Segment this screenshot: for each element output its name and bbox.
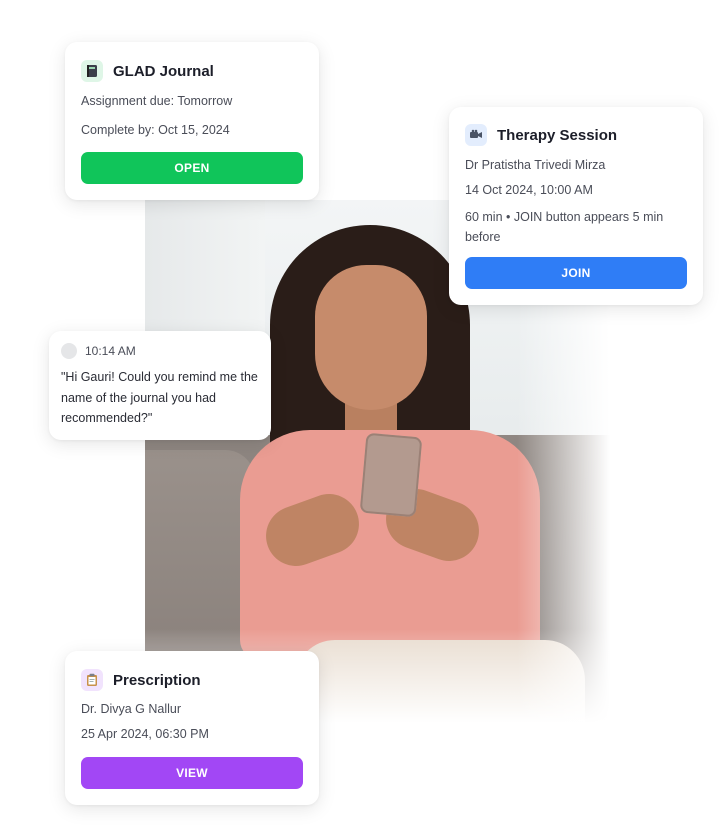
chat-message-meta: 10:14 AM xyxy=(61,343,136,359)
chat-message-text: "Hi Gauri! Could you remind me the name … xyxy=(61,370,258,425)
journal-card-title: GLAD Journal xyxy=(113,62,214,80)
clipboard-icon xyxy=(81,669,103,691)
view-prescription-button[interactable]: VIEW xyxy=(81,757,303,789)
therapy-session-card: Therapy Session Dr Pratistha Trivedi Mir… xyxy=(449,107,703,305)
chat-message-card: 10:14 AM "Hi Gauri! Could you remind me … xyxy=(49,331,271,440)
journal-complete-by-text: Complete by: Oct 15, 2024 xyxy=(81,123,230,137)
therapy-card-header: Therapy Session xyxy=(465,124,617,146)
join-session-button[interactable]: JOIN xyxy=(465,257,687,289)
chat-message-time: 10:14 AM xyxy=(85,344,136,358)
prescription-card-header: Prescription xyxy=(81,669,201,691)
prescription-datetime: 25 Apr 2024, 06:30 PM xyxy=(81,727,209,741)
therapy-card-title: Therapy Session xyxy=(497,126,618,144)
therapy-datetime: 14 Oct 2024, 10:00 AM xyxy=(465,183,593,197)
prescription-card: Prescription Dr. Divya G Nallur 25 Apr 2… xyxy=(65,651,319,805)
journal-assignment-text: Assignment due: Tomorrow xyxy=(81,94,233,108)
open-journal-button[interactable]: OPEN xyxy=(81,152,303,184)
video-camera-icon xyxy=(465,124,487,146)
therapy-note: 60 min • JOIN button appears 5 min befor… xyxy=(465,210,664,244)
prescription-card-title: Prescription xyxy=(113,671,201,689)
therapy-doctor-name: Dr Pratistha Trivedi Mirza xyxy=(465,158,606,172)
journal-icon xyxy=(81,60,103,82)
prescription-doctor-name: Dr. Divya G Nallur xyxy=(81,702,182,716)
journal-card: GLAD Journal Assignment due: Tomorrow Co… xyxy=(65,42,319,200)
avatar xyxy=(61,343,77,359)
journal-card-header: GLAD Journal xyxy=(81,60,214,82)
